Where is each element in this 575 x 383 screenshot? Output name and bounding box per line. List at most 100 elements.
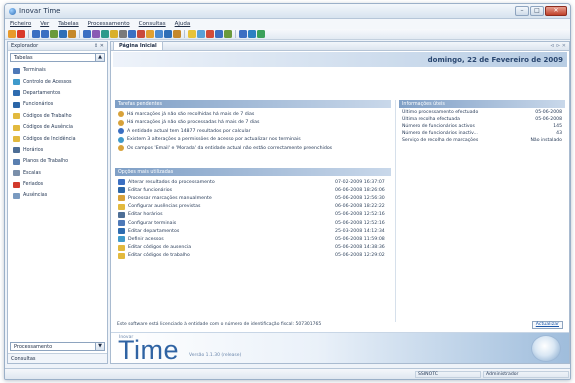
toolbar-button-icon[interactable] xyxy=(239,30,247,38)
menu-processamento[interactable]: Processamento xyxy=(88,21,130,27)
toolbar-button-icon[interactable] xyxy=(41,30,49,38)
minimize-button[interactable]: – xyxy=(515,6,529,16)
frequent-option-link[interactable]: Processar marcações manualmente 05-06-200… xyxy=(115,194,391,202)
holidays-icon xyxy=(13,181,20,188)
title-bar[interactable]: Inovar Time – □ ✕ xyxy=(5,4,570,19)
nav-item[interactable]: Terminais xyxy=(8,65,107,76)
close-button[interactable]: ✕ xyxy=(545,6,567,16)
toolbar-button-icon[interactable] xyxy=(224,30,232,38)
menu-ajuda[interactable]: Ajuda xyxy=(175,21,191,27)
status-server: SSINOTC xyxy=(415,371,481,378)
frequent-options-title: Opções mais utilizadas xyxy=(115,168,391,176)
info-row: Serviço de recolha de marcações Não insta… xyxy=(399,138,565,145)
nav-item[interactable]: Planos de Trabalho xyxy=(8,156,107,167)
tab-pagina-inicial[interactable]: Página Inicial xyxy=(113,41,163,50)
frequent-option-link[interactable]: Editar códigos de ausencia 05-06-2008 14:… xyxy=(115,244,391,252)
toolbar-button-icon[interactable] xyxy=(17,30,25,38)
nav-item[interactable]: Feriados xyxy=(8,179,107,190)
option-label: Definir acessos xyxy=(128,236,164,242)
pending-task-link[interactable]: Há marcações já não são recolhidas há ma… xyxy=(115,110,391,119)
info-row: Último processamento efectuado 05-06-2008 xyxy=(399,110,565,117)
consultas-section[interactable]: Consultas xyxy=(8,353,107,363)
category-select[interactable]: Tabelas ▲ xyxy=(10,53,105,62)
nav-item[interactable]: Códigos de Ausência xyxy=(8,122,107,133)
pending-task-link[interactable]: Os campos 'Email' e 'Morada' da entidade… xyxy=(115,144,391,153)
frequent-option-link[interactable]: Editar horários 05-06-2008 12:52:16 xyxy=(115,211,391,219)
menu-ficheiro[interactable]: Ficheiro xyxy=(10,21,31,27)
nav-item-label: Feriados xyxy=(23,182,44,188)
toolbar-button-icon[interactable] xyxy=(155,30,163,38)
option-label: Editar códigos de ausencia xyxy=(128,245,192,251)
option-label: Alterar resultados do processamento xyxy=(128,179,215,185)
nav-item-label: Códigos de Ausência xyxy=(23,125,73,131)
panel-divider xyxy=(395,100,396,322)
option-last-used: 05-06-2008 14:38:36 xyxy=(335,245,385,251)
chevron-down-icon[interactable]: ▼ xyxy=(95,343,104,350)
toolbar-button-icon[interactable] xyxy=(188,30,196,38)
explorer-controls[interactable]: ⇕ ✕ xyxy=(94,43,104,49)
frequent-option-link[interactable]: Editar departamentos 25-03-2008 14:12:34 xyxy=(115,227,391,235)
toolbar-button-icon[interactable] xyxy=(68,30,76,38)
toolbar-button-icon[interactable] xyxy=(8,30,16,38)
toolbar-button-icon[interactable] xyxy=(101,30,109,38)
toolbar-button-icon[interactable] xyxy=(32,30,40,38)
license-text: Este software está licenciado à entidade… xyxy=(117,322,322,327)
menu-tabelas[interactable]: Tabelas xyxy=(58,21,78,27)
pending-task-text: A entidade actual tem 14877 resultados p… xyxy=(127,128,251,134)
option-label: Editar códigos de trabalho xyxy=(128,253,190,259)
toolbar-button-icon[interactable] xyxy=(173,30,181,38)
nav-item[interactable]: Controlo de Acessos xyxy=(8,76,107,87)
tab-nav-controls[interactable]: ⊲ ⊳ ✕ xyxy=(550,42,569,50)
frequent-option-link[interactable]: Editar códigos de trabalho 05-06-2008 12:… xyxy=(115,252,391,260)
option-last-used: 05-06-2008 12:56:30 xyxy=(335,195,385,201)
toolbar-button-icon[interactable] xyxy=(50,30,58,38)
menu-ver[interactable]: Ver xyxy=(40,21,49,27)
nav-item[interactable]: Departamentos xyxy=(8,88,107,99)
toolbar-button-icon[interactable] xyxy=(137,30,145,38)
toolbar-button-icon[interactable] xyxy=(146,30,154,38)
app-icon xyxy=(9,8,16,15)
toolbar-button-icon[interactable] xyxy=(164,30,172,38)
option-icon xyxy=(118,244,125,251)
frequent-option-link[interactable]: Alterar resultados do processamento 07-02… xyxy=(115,178,391,186)
frequent-option-link[interactable]: Configurar ausências previstas 06-06-2008… xyxy=(115,203,391,211)
toolbar-button-icon[interactable] xyxy=(92,30,100,38)
clock-logo-icon xyxy=(531,335,561,362)
nav-item-label: Códigos de Incidência xyxy=(23,136,76,142)
toolbar-button-icon[interactable] xyxy=(119,30,127,38)
maximize-button[interactable]: □ xyxy=(530,6,544,16)
nav-item[interactable]: Horários xyxy=(8,145,107,156)
info-value: 43 xyxy=(556,131,562,136)
toolbar-button-icon[interactable] xyxy=(257,30,265,38)
refresh-button[interactable]: Actualizar xyxy=(531,321,563,329)
toolbar-button-icon[interactable] xyxy=(206,30,214,38)
pending-task-link[interactable]: A entidade actual tem 14877 resultados p… xyxy=(115,127,391,136)
frequent-option-link[interactable]: Editar funcionários 06-06-2008 18:26:06 xyxy=(115,186,391,194)
work-plans-icon xyxy=(13,158,20,165)
menu-consultas[interactable]: Consultas xyxy=(139,21,166,27)
toolbar-button-icon[interactable] xyxy=(248,30,256,38)
pending-task-link[interactable]: Existem 3 alterações a permissões de ace… xyxy=(115,136,391,145)
frequent-option-link[interactable]: Configurar terminais 05-06-2008 12:52:16 xyxy=(115,219,391,227)
nav-item[interactable]: Escalas xyxy=(8,168,107,179)
toolbar-button-icon[interactable] xyxy=(128,30,136,38)
nav-item[interactable]: Códigos de Incidência xyxy=(8,133,107,144)
tab-strip: Página Inicial ⊲ ⊳ ✕ xyxy=(111,41,569,51)
toolbar-button-icon[interactable] xyxy=(197,30,205,38)
status-user: Administrador xyxy=(483,371,569,378)
toolbar-button-icon[interactable] xyxy=(59,30,67,38)
nav-item-label: Controlo de Acessos xyxy=(23,79,72,85)
toolbar-button-icon[interactable] xyxy=(110,30,118,38)
nav-item[interactable]: Ausências xyxy=(8,190,107,201)
chevron-up-icon[interactable]: ▲ xyxy=(95,54,104,61)
frequent-option-link[interactable]: Definir acessos 05-06-2008 11:59:08 xyxy=(115,235,391,243)
option-icon xyxy=(118,252,125,259)
toolbar-button-icon[interactable] xyxy=(215,30,223,38)
absences-icon xyxy=(13,192,20,199)
useful-info-title: Informações úteis xyxy=(399,100,565,108)
nav-item[interactable]: Códigos de Trabalho xyxy=(8,111,107,122)
processing-select[interactable]: Processamento ▼ xyxy=(10,342,105,351)
nav-item[interactable]: Funcionários xyxy=(8,99,107,110)
toolbar-button-icon[interactable] xyxy=(83,30,91,38)
pending-task-link[interactable]: Há marcações já não são processadas há m… xyxy=(115,119,391,128)
